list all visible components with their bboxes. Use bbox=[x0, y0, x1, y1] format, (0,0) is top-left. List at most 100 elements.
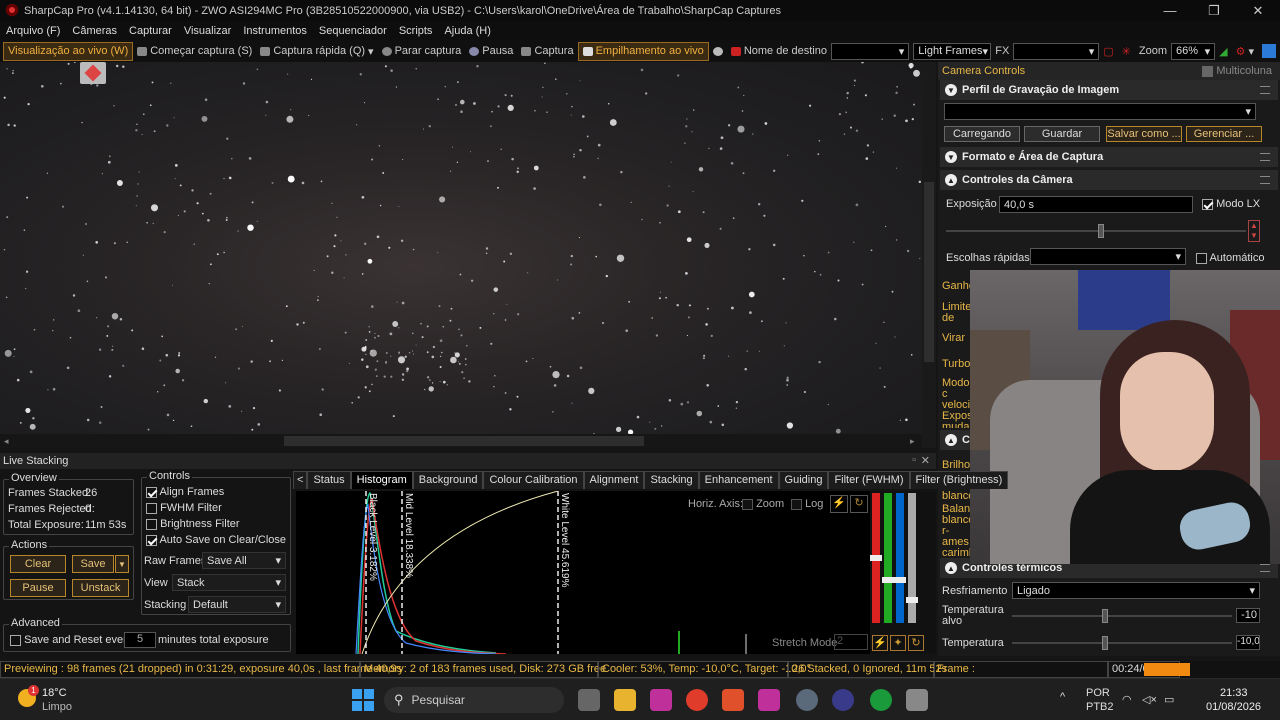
luminance-slider-thumb[interactable] bbox=[906, 597, 918, 603]
hamburger-icon[interactable] bbox=[1260, 153, 1270, 161]
colour-balance-sliders[interactable]: ⚡ ✦ ↻ bbox=[870, 491, 936, 654]
close-icon[interactable]: ✕ bbox=[921, 454, 930, 467]
menu-tools[interactable]: Instrumentos bbox=[237, 25, 313, 37]
menu-file[interactable]: Arquivo (F) bbox=[0, 25, 66, 37]
fwhm-filter-checkbox[interactable] bbox=[146, 502, 157, 514]
quick-choices-dropdown[interactable]: ▾ bbox=[1030, 248, 1186, 265]
menu-scripts[interactable]: Scripts bbox=[393, 25, 439, 37]
stop-capture-button[interactable]: Parar captura bbox=[378, 45, 466, 57]
target-name-button[interactable]: Nome de destino bbox=[727, 45, 831, 57]
tab-alignment[interactable]: Alignment bbox=[583, 471, 645, 489]
clear-button[interactable]: Clear bbox=[10, 555, 66, 573]
menu-cameras[interactable]: Câmeras bbox=[66, 25, 123, 37]
profile-dropdown[interactable]: ▾ bbox=[944, 103, 1256, 120]
lightning-icon[interactable]: ⚡ bbox=[872, 635, 888, 651]
live-image-view[interactable] bbox=[0, 62, 922, 434]
target-name-dropdown[interactable]: ▾ bbox=[830, 42, 910, 60]
menu-sequencer[interactable]: Sequenciador bbox=[313, 25, 393, 37]
pause-stack-button[interactable]: Pause bbox=[10, 579, 66, 597]
histogram-view[interactable]: Black Level 3.182% Mid Level 18.338% White… bbox=[296, 491, 936, 654]
histogram-chart[interactable]: Black Level 3.182% Mid Level 18.338% White… bbox=[296, 491, 870, 654]
multicolumn-option[interactable]: Multicoluna bbox=[1202, 65, 1272, 77]
app-icon[interactable] bbox=[832, 689, 854, 711]
green-level-bar[interactable] bbox=[884, 493, 892, 623]
hamburger-icon[interactable] bbox=[1260, 86, 1270, 94]
lx-mode-option[interactable]: Modo LX bbox=[1202, 198, 1260, 210]
exposure-input[interactable]: 40,0 s bbox=[999, 196, 1193, 213]
capture-button[interactable]: Captura bbox=[517, 45, 577, 57]
tab-background[interactable]: Background bbox=[412, 471, 484, 489]
autosave-option[interactable]: Auto Save on Clear/Close bbox=[146, 534, 286, 546]
hamburger-icon[interactable] bbox=[1260, 176, 1270, 184]
tab-enhancement[interactable]: Enhancement bbox=[698, 471, 779, 489]
sparkle-icon[interactable]: ✦ bbox=[890, 635, 906, 651]
save-reset-option[interactable]: Save and Reset every bbox=[10, 634, 132, 646]
exposure-slider-thumb[interactable] bbox=[1098, 224, 1104, 238]
frame-type-dropdown[interactable]: Light Frames ▾ bbox=[913, 42, 992, 60]
chevron-right-icon[interactable]: ▸ bbox=[910, 436, 915, 447]
taskbar-search[interactable]: ⚲ Pesquisar bbox=[384, 687, 564, 713]
menu-view[interactable]: Visualizar bbox=[178, 25, 238, 37]
align-frames-checkbox[interactable] bbox=[146, 486, 157, 498]
chrome-icon[interactable] bbox=[686, 689, 708, 711]
automatic-checkbox[interactable] bbox=[1196, 252, 1207, 264]
save-options-button[interactable]: ▼ bbox=[115, 555, 129, 573]
clock-time[interactable]: 21:33 bbox=[1220, 687, 1248, 699]
pause-button[interactable]: Pausa bbox=[465, 45, 517, 57]
zoom-option[interactable]: Zoom bbox=[742, 498, 784, 510]
red-slider-thumb[interactable] bbox=[870, 555, 882, 561]
xbox-icon[interactable] bbox=[870, 689, 892, 711]
minimize-button[interactable]: — bbox=[1148, 0, 1192, 21]
zoom-dropdown[interactable]: 66% ▾ bbox=[1170, 42, 1216, 60]
manage-button[interactable]: Gerenciar ... bbox=[1186, 126, 1262, 142]
image-horizontal-scrollbar[interactable]: ◂ ▸ bbox=[0, 434, 922, 448]
blue-level-bar[interactable] bbox=[896, 493, 904, 623]
toggle-icon-button[interactable] bbox=[709, 46, 727, 56]
tab-filter-brightness[interactable]: Filter (Brightness) bbox=[909, 471, 1009, 489]
exposure-stepper[interactable]: ▲ ▼ bbox=[1248, 220, 1260, 242]
scroll-thumb[interactable] bbox=[284, 436, 644, 446]
hamburger-icon[interactable] bbox=[1260, 564, 1270, 572]
automatic-option[interactable]: Automático bbox=[1196, 252, 1264, 264]
task-view-icon[interactable] bbox=[578, 689, 600, 711]
image-vertical-scrollbar[interactable] bbox=[922, 62, 936, 448]
battery-icon[interactable]: ▭ bbox=[1164, 693, 1174, 706]
log-option[interactable]: Log bbox=[791, 498, 823, 510]
clock-date[interactable]: 01/08/2026 bbox=[1206, 701, 1261, 713]
save-stack-button[interactable]: Save bbox=[72, 555, 114, 573]
close-button[interactable]: ✕ bbox=[1236, 0, 1280, 21]
menu-help[interactable]: Ajuda (H) bbox=[438, 25, 496, 37]
histogram-button[interactable]: ◢ bbox=[1215, 45, 1231, 58]
fwhm-filter-option[interactable]: FWHM Filter bbox=[146, 502, 222, 514]
brightness-filter-option[interactable]: Brightness Filter bbox=[146, 518, 240, 530]
tab-guiding[interactable]: Guiding bbox=[778, 471, 829, 489]
save-profile-button[interactable]: Guardar bbox=[1024, 126, 1100, 142]
volume-icon[interactable]: ◁× bbox=[1142, 693, 1157, 706]
settings-button[interactable]: ⚙ ▾ bbox=[1232, 45, 1258, 58]
tab-scroll-left[interactable]: < bbox=[293, 471, 308, 489]
sharpcap-taskbar-icon[interactable] bbox=[906, 689, 928, 711]
menu-capture[interactable]: Capturar bbox=[123, 25, 178, 37]
stacking-dropdown[interactable]: Default ▾ bbox=[188, 596, 286, 613]
green-slider-thumb[interactable] bbox=[882, 577, 894, 583]
windows-start-icon[interactable] bbox=[352, 689, 374, 711]
tab-histogram[interactable]: Histogram bbox=[350, 471, 413, 489]
target-temp-slider[interactable] bbox=[1012, 615, 1232, 617]
raw-frames-dropdown[interactable]: Save All ▾ bbox=[202, 552, 286, 569]
auto-stretch-button[interactable]: ⚡ bbox=[830, 495, 848, 513]
app-icon[interactable] bbox=[796, 689, 818, 711]
start-capture-button[interactable]: Começar captura (S) bbox=[133, 45, 256, 57]
log-checkbox[interactable] bbox=[791, 498, 802, 510]
live-view-button[interactable]: Visualização ao vivo (W) bbox=[3, 41, 134, 61]
quick-capture-button[interactable]: Captura rápida (Q) ▾ bbox=[256, 45, 377, 58]
chevron-up-icon[interactable]: ^ bbox=[1060, 691, 1065, 703]
pin-icon[interactable]: ▫ bbox=[912, 454, 916, 466]
lx-mode-checkbox[interactable] bbox=[1202, 198, 1213, 210]
brave-icon[interactable] bbox=[722, 689, 744, 711]
stretch-mode-input[interactable]: 2 bbox=[834, 634, 868, 650]
wifi-icon[interactable]: ◠ bbox=[1122, 693, 1132, 706]
keyboard-layout[interactable]: PTB2 bbox=[1086, 701, 1114, 713]
autosave-checkbox[interactable] bbox=[146, 534, 157, 546]
reticle-button[interactable]: ▢ bbox=[1099, 45, 1117, 58]
cooling-dropdown[interactable]: Ligado ▾ bbox=[1012, 582, 1260, 599]
